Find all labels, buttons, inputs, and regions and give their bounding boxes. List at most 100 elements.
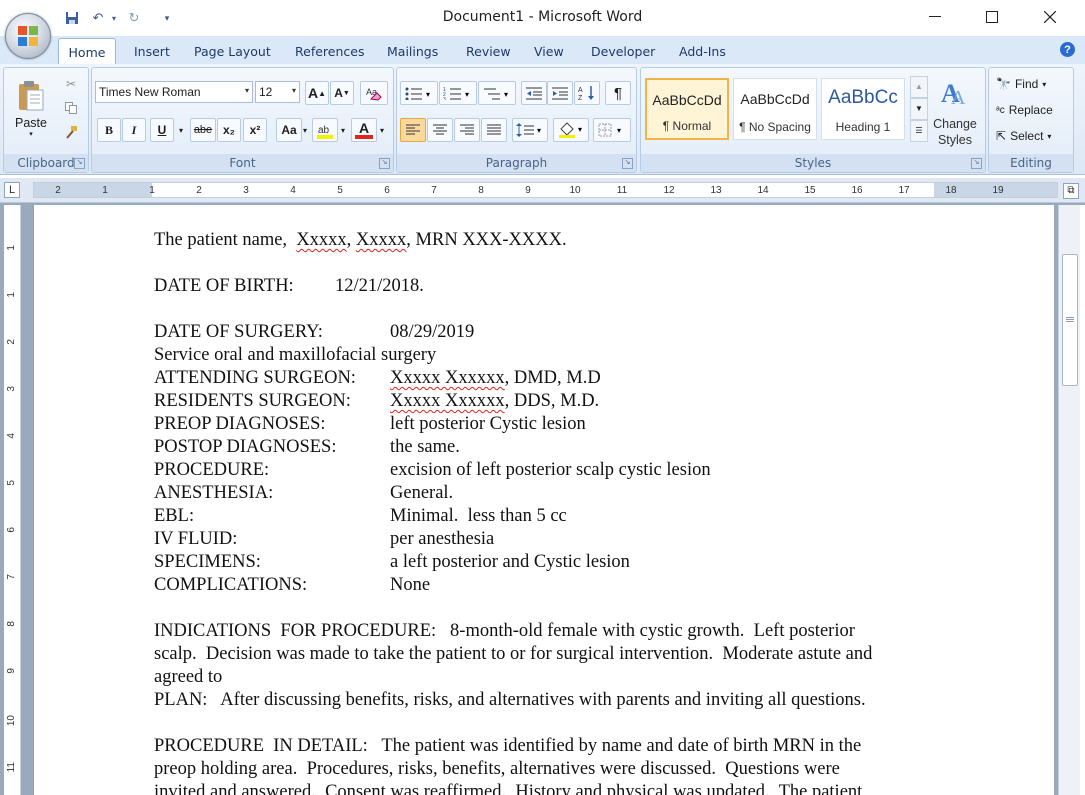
strikethrough-button[interactable]: abe: [190, 118, 216, 142]
cut-icon[interactable]: ✂: [60, 74, 82, 94]
underline-button[interactable]: U: [150, 118, 174, 142]
style-no-spacing[interactable]: AaBbCcDd ¶ No Spacing: [733, 78, 817, 140]
office-button[interactable]: [5, 13, 51, 59]
replace-button[interactable]: ᵃc Replace: [995, 98, 1069, 122]
ruler-tick-label: 11: [616, 185, 628, 196]
indications-line: INDICATIONS FOR PROCEDURE: 8-month-old f…: [154, 621, 855, 641]
dob-line: DATE OF BIRTH: 12/21/2018.: [154, 275, 424, 297]
highlight-dropdown-icon[interactable]: ▾: [337, 118, 349, 142]
close-button[interactable]: [1027, 4, 1073, 30]
field-label: PROCEDURE:: [154, 460, 270, 480]
font-color-button[interactable]: A: [351, 118, 377, 142]
align-left-button[interactable]: [400, 118, 426, 142]
help-icon[interactable]: ?: [1060, 42, 1075, 57]
select-label: Select: [1010, 129, 1044, 143]
find-button[interactable]: 🔭 Find ▾: [995, 72, 1069, 96]
scrollbar-thumb[interactable]: [1062, 254, 1078, 386]
multilevel-list-button[interactable]: ▾: [478, 81, 516, 105]
style-heading-1[interactable]: AaBbCc Heading 1: [821, 78, 905, 140]
clipboard-launcher-icon[interactable]: ↘: [74, 158, 85, 169]
vruler-tick-label: 11: [6, 762, 17, 773]
ruler-tick-label: 5: [337, 185, 343, 196]
grow-font-button[interactable]: A ▲: [305, 81, 329, 105]
field-label: ATTENDING SURGEON:: [154, 368, 356, 388]
tab-add-ins[interactable]: Add-Ins: [679, 44, 726, 62]
paragraph-launcher-icon[interactable]: ↘: [622, 158, 633, 169]
view-ruler-icon[interactable]: ⧉: [1063, 183, 1079, 199]
tab-home[interactable]: Home: [58, 38, 116, 65]
subscript-button[interactable]: x₂: [217, 118, 241, 142]
select-button[interactable]: ⇱ Select ▾: [995, 124, 1069, 148]
indications-line: PLAN: After discussing benefits, risks, …: [154, 690, 866, 710]
numbering-button[interactable]: 1 2 3 ▾: [439, 81, 477, 105]
field-value: General.: [390, 483, 454, 503]
font-size-dropdown-icon[interactable]: ▾: [292, 86, 296, 95]
tab-review[interactable]: Review: [466, 44, 511, 62]
font-size-combo[interactable]: 12 ▾: [255, 81, 300, 103]
font-color-icon: A: [358, 120, 370, 136]
vertical-ruler[interactable]: 1123456789101112: [4, 205, 21, 795]
align-center-button[interactable]: [427, 118, 453, 142]
select-dropdown-icon: ▾: [1047, 131, 1052, 141]
align-center-icon: [433, 124, 447, 135]
shrink-font-button[interactable]: A ▼: [330, 81, 354, 105]
style-normal-sample: AaBbCcDd: [652, 92, 722, 108]
style-heading-1-name: Heading 1: [835, 120, 891, 134]
format-painter-icon[interactable]: [60, 122, 82, 142]
styles-scroll-down-icon[interactable]: ▼: [910, 98, 928, 120]
underline-dropdown-icon[interactable]: ▾: [174, 118, 188, 142]
font-name-combo[interactable]: Times New Roman ▾: [95, 81, 253, 103]
align-right-button[interactable]: [454, 118, 480, 142]
tab-mailings[interactable]: Mailings: [387, 44, 438, 62]
tab-page-layout[interactable]: Page Layout: [194, 44, 271, 62]
show-hide-button[interactable]: ¶: [605, 81, 631, 105]
font-label: Font: [92, 154, 393, 172]
svg-text:3: 3: [443, 97, 446, 100]
svg-text:A: A: [951, 87, 966, 108]
tab-insert[interactable]: Insert: [134, 44, 170, 62]
maximize-button[interactable]: [969, 4, 1015, 30]
shading-icon: ▾: [559, 122, 582, 138]
justify-button[interactable]: [481, 118, 507, 142]
align-left-icon: [406, 124, 420, 135]
field-line: PREOP DIAGNOSES: left posterior Cystic le…: [154, 413, 586, 435]
styles-more-icon[interactable]: ☰: [910, 120, 928, 142]
minimize-button[interactable]: [912, 4, 958, 30]
vruler-tick-label: 4: [6, 433, 17, 439]
bullets-button[interactable]: ▾: [400, 81, 438, 105]
style-no-spacing-name: ¶ No Spacing: [739, 120, 811, 134]
font-launcher-icon[interactable]: ↘: [379, 158, 390, 169]
styles-scroll-up-icon[interactable]: ▲: [910, 76, 928, 98]
horizontal-ruler[interactable]: 2 1 1 2 3 4 5 6 7 8 9 10 11 12 13 14 15 16 17 18 19: [33, 182, 1058, 198]
clear-formatting-button[interactable]: Aa: [360, 81, 388, 105]
italic-button[interactable]: I: [122, 118, 146, 142]
font-name-dropdown-icon[interactable]: ▾: [245, 86, 249, 95]
field-label: DATE OF SURGERY:: [154, 322, 323, 342]
change-case-dropdown-icon[interactable]: ▾: [299, 118, 311, 142]
line-spacing-button[interactable]: ▾: [512, 118, 548, 142]
increase-indent-button[interactable]: [547, 81, 573, 105]
field-label: EBL:: [154, 506, 195, 526]
styles-launcher-icon[interactable]: ↘: [971, 158, 982, 169]
highlight-button[interactable]: ab: [312, 118, 338, 142]
font-color-dropdown-icon[interactable]: ▾: [376, 118, 388, 142]
tab-selector[interactable]: L: [4, 182, 20, 198]
shading-button[interactable]: ▾: [553, 118, 589, 142]
superscript-button[interactable]: x²: [243, 118, 267, 142]
change-styles-button[interactable]: A A Change Styles: [929, 72, 981, 152]
find-icon: 🔭: [996, 77, 1011, 91]
field-value: Minimal. less than 5 cc: [390, 506, 567, 526]
tab-view[interactable]: View: [534, 44, 564, 62]
borders-button[interactable]: ▾: [593, 118, 631, 142]
copy-icon[interactable]: [60, 98, 82, 118]
tab-developer[interactable]: Developer: [591, 44, 655, 62]
sort-button[interactable]: AZ: [574, 81, 600, 105]
bold-button[interactable]: B: [97, 118, 121, 142]
field-value: 08/29/2019: [390, 322, 475, 342]
paste-button[interactable]: Paste ▾: [10, 73, 52, 145]
svg-text:▾: ▾: [578, 125, 582, 134]
decrease-indent-button[interactable]: [521, 81, 547, 105]
style-normal[interactable]: AaBbCcDd ¶ Normal: [645, 78, 729, 140]
tab-references[interactable]: References: [295, 44, 364, 62]
document-page[interactable]: The patient name, Xxxxx, Xxxxx, MRN XXX-…: [33, 205, 1054, 795]
